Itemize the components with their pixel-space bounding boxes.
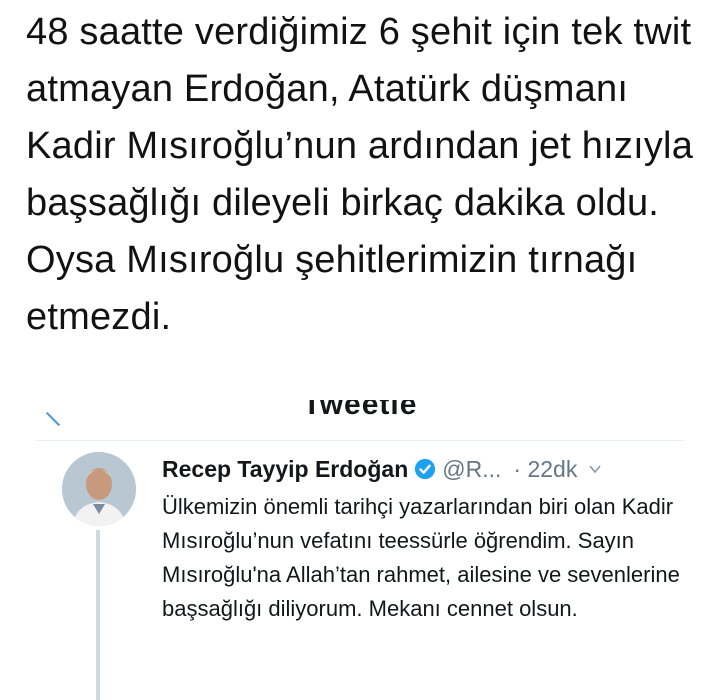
verified-badge-icon bbox=[415, 458, 436, 480]
embedded-tweet-screenshot: Tweetle Recep Tayyip Erdoğan @R... · 22d… bbox=[0, 400, 720, 700]
tweet-time[interactable]: · 22dk bbox=[513, 456, 577, 483]
tweet-page-title: Tweetle bbox=[302, 400, 418, 421]
tweet-header: Recep Tayyip Erdoğan @R... · 22dk bbox=[162, 454, 682, 484]
author-name[interactable]: Recep Tayyip Erdoğan bbox=[162, 456, 408, 483]
avatar[interactable] bbox=[62, 452, 136, 526]
thread-line bbox=[96, 530, 100, 700]
tweet-page-header: Tweetle bbox=[36, 400, 684, 441]
chevron-down-icon[interactable] bbox=[587, 461, 603, 477]
tweet-body: Ülkemizin önemli tarihçi yazarlarından b… bbox=[162, 494, 680, 621]
profile-photo-icon bbox=[62, 452, 136, 526]
post-text: 48 saatte verdiğimiz 6 şehit için tek tw… bbox=[26, 11, 694, 338]
author-handle[interactable]: @R... bbox=[442, 456, 501, 483]
